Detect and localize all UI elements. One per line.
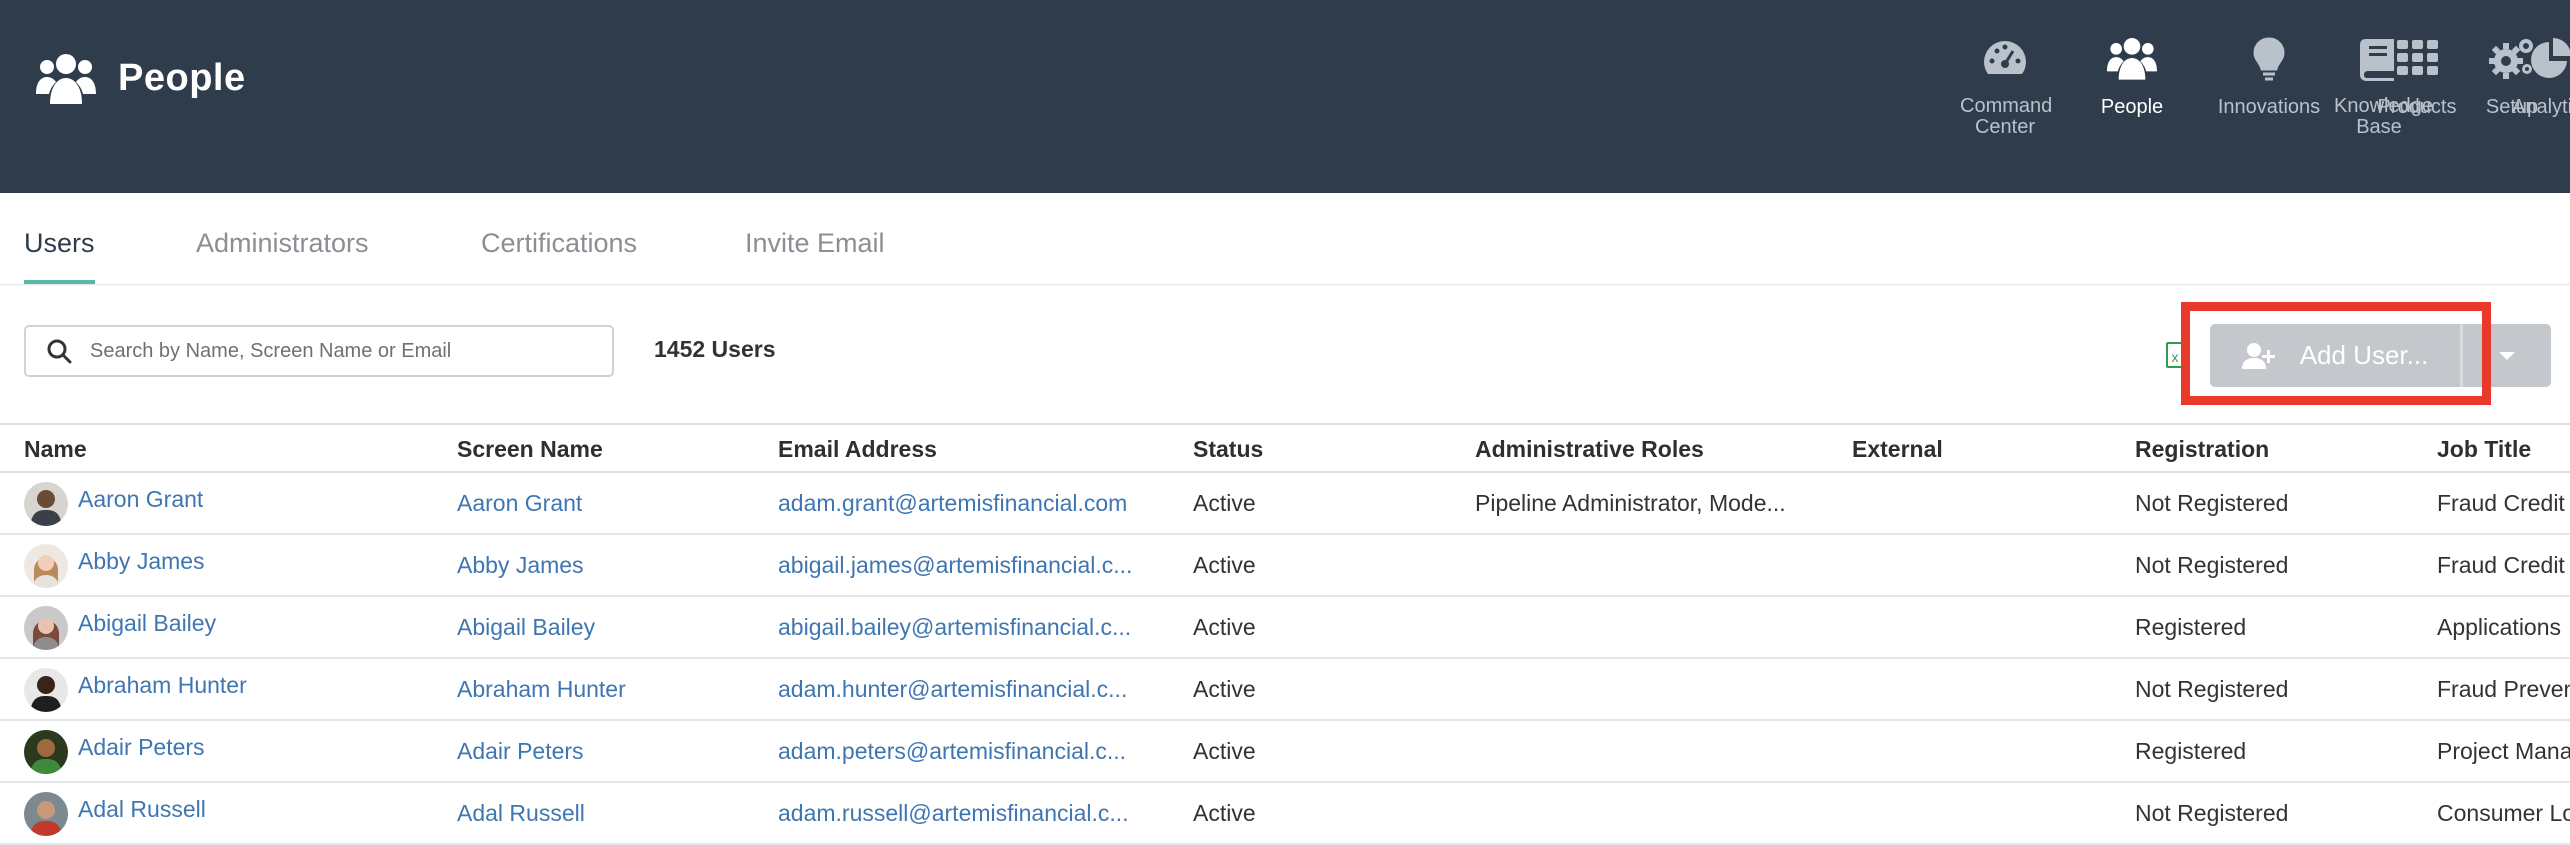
table-row[interactable]: Adair Peters Adair Peters adam.peters@ar… <box>0 721 2570 783</box>
search-icon <box>47 339 72 364</box>
avatar <box>24 730 68 774</box>
job-title-cell: Fraud Credit <box>2437 552 2565 578</box>
avatar <box>24 544 68 588</box>
top-header-bar: People Command Center People Innovations… <box>0 0 2570 193</box>
page-title: People <box>118 56 246 99</box>
user-name-link[interactable]: Abby James <box>78 531 205 591</box>
table-row[interactable]: Abraham Hunter Abraham Hunter adam.hunte… <box>0 659 2570 721</box>
admin-roles-cell: Pipeline Administrator, Mode... <box>1475 490 1786 516</box>
status-cell: Active <box>1193 552 1256 578</box>
status-cell: Active <box>1193 738 1256 764</box>
tab-certifications[interactable]: Certifications <box>481 193 637 284</box>
people-group-icon <box>2107 38 2157 80</box>
column-header-status[interactable]: Status <box>1193 425 1263 473</box>
registration-cell: Not Registered <box>2135 676 2289 702</box>
email-link[interactable]: abigail.james@artemisfinancial.c... <box>778 535 1132 595</box>
gears-icon <box>2489 39 2533 79</box>
status-cell: Active <box>1193 676 1256 702</box>
nav-item-command-center[interactable]: Command Center <box>1940 30 2070 138</box>
column-header-registration[interactable]: Registration <box>2135 425 2269 473</box>
email-link[interactable]: adam.russell@artemisfinancial.c... <box>778 783 1129 843</box>
registration-cell: Registered <box>2135 738 2247 764</box>
email-link[interactable]: abigail.bailey@artemisfinancial.c... <box>778 597 1131 657</box>
avatar <box>24 606 68 650</box>
job-title-cell: Consumer Lo <box>2437 800 2570 826</box>
job-title-cell: Fraud Credit <box>2437 490 2565 516</box>
avatar <box>24 482 68 526</box>
table-row[interactable]: Aaron Grant Aaron Grant adam.grant@artem… <box>0 473 2570 535</box>
user-name-link[interactable]: Abigail Bailey <box>78 593 216 653</box>
people-group-icon <box>36 54 96 104</box>
screen-name-link[interactable]: Adal Russell <box>457 783 585 843</box>
column-header-email[interactable]: Email Address <box>778 425 937 473</box>
book-icon <box>2360 39 2394 81</box>
column-header-screen-name[interactable]: Screen Name <box>457 425 603 473</box>
avatar <box>24 792 68 836</box>
nav-item-knowledge-base[interactable]: Knowledge Base <box>2314 30 2444 138</box>
job-title-cell: Fraud Preven <box>2437 676 2570 702</box>
nav-item-setup[interactable]: Setup <box>2447 30 2570 118</box>
search-box[interactable] <box>24 325 614 377</box>
status-cell: Active <box>1193 614 1256 640</box>
chevron-down-icon <box>2499 351 2515 360</box>
table-row[interactable]: Abby James Abby James abigail.james@arte… <box>0 535 2570 597</box>
user-name-link[interactable]: Adair Peters <box>78 717 205 777</box>
search-input[interactable] <box>88 338 592 364</box>
table-row[interactable]: Adal Russell Adal Russell adam.russell@a… <box>0 783 2570 845</box>
app-brand: People <box>36 50 246 106</box>
screen-name-link[interactable]: Abigail Bailey <box>457 597 595 657</box>
email-link[interactable]: adam.grant@artemisfinancial.com <box>778 473 1127 533</box>
job-title-cell: Project Mana <box>2437 738 2570 764</box>
screen-name-link[interactable]: Adair Peters <box>457 721 584 781</box>
registration-cell: Registered <box>2135 614 2247 640</box>
column-header-external[interactable]: External <box>1852 425 1943 473</box>
tab-users[interactable]: Users <box>24 193 95 284</box>
dashboard-gauge-icon <box>1984 41 2026 74</box>
nav-item-people[interactable]: People <box>2067 30 2197 118</box>
email-link[interactable]: adam.hunter@artemisfinancial.c... <box>778 659 1127 719</box>
screen-name-link[interactable]: Abby James <box>457 535 584 595</box>
user-name-link[interactable]: Abraham Hunter <box>78 655 247 715</box>
users-table-header: Name Screen Name Email Address Status Ad… <box>0 423 2570 473</box>
highlight-annotation-box <box>2181 302 2491 405</box>
user-name-link[interactable]: Adal Russell <box>78 779 206 839</box>
registration-cell: Not Registered <box>2135 552 2289 578</box>
table-row[interactable]: Abigail Bailey Abigail Bailey abigail.ba… <box>0 597 2570 659</box>
user-count-label: 1452 Users <box>654 336 776 362</box>
screen-name-link[interactable]: Abraham Hunter <box>457 659 626 719</box>
tab-administrators[interactable]: Administrators <box>196 193 369 284</box>
email-link[interactable]: adam.peters@artemisfinancial.c... <box>778 721 1126 781</box>
registration-cell: Not Registered <box>2135 800 2289 826</box>
registration-cell: Not Registered <box>2135 490 2289 516</box>
screen-name-link[interactable]: Aaron Grant <box>457 473 582 533</box>
tab-invite-email[interactable]: Invite Email <box>745 193 885 284</box>
status-cell: Active <box>1193 490 1256 516</box>
lightbulb-icon <box>2253 37 2285 81</box>
avatar <box>24 668 68 712</box>
tab-bar: Users Administrators Certifications Invi… <box>0 193 2570 285</box>
status-cell: Active <box>1193 800 1256 826</box>
column-header-name[interactable]: Name <box>24 425 87 473</box>
column-header-job-title[interactable]: Job Title <box>2437 425 2531 473</box>
job-title-cell: Applications <box>2437 614 2562 640</box>
user-name-link[interactable]: Aaron Grant <box>78 469 203 529</box>
column-header-admin-roles[interactable]: Administrative Roles <box>1475 425 1704 473</box>
